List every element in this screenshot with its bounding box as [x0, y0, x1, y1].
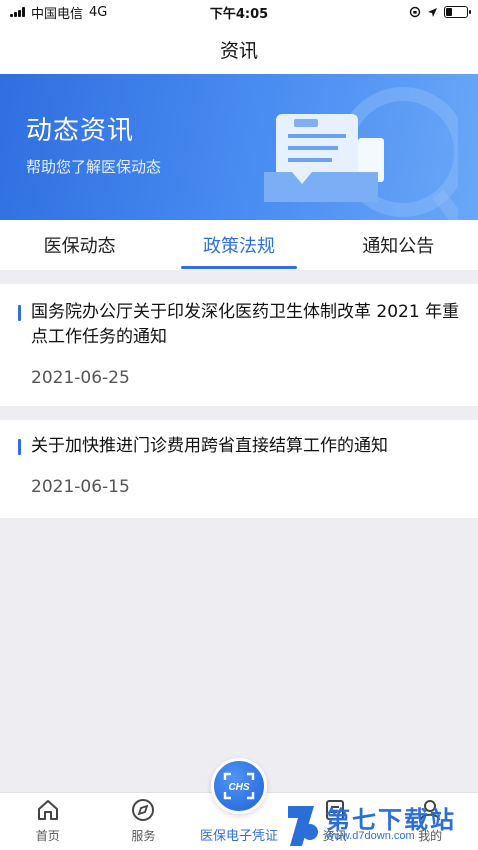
- bottom-tab-label: 医保电子凭证: [199, 829, 278, 844]
- article-title: 国务院办公厅关于印发深化医药卫生体制改革 2021 年重点工作任务的通知: [31, 302, 460, 347]
- bottom-tab-services[interactable]: 服务: [96, 793, 192, 850]
- list-item[interactable]: 关于加快推进门诊费用跨省直接结算工作的通知 2021-06-15: [0, 420, 478, 518]
- location-icon: [428, 7, 437, 17]
- page-title: 资讯: [219, 39, 258, 62]
- svg-text:CHS: CHS: [228, 782, 249, 793]
- compass-icon: [132, 799, 155, 821]
- title-accent-bar: [18, 305, 21, 321]
- site-watermark: 第七下载站 www.d7down.com: [284, 800, 478, 850]
- watermark-url: www.d7down.com: [326, 830, 415, 842]
- watermark-logo: [288, 806, 318, 846]
- chs-scan-icon: CHS: [223, 772, 255, 800]
- article-title-row: 国务院办公厅关于印发深化医药卫生体制改革 2021 年重点工作任务的通知: [18, 300, 460, 350]
- carrier-label: 中国电信: [31, 6, 84, 22]
- banner-subtitle: 帮助您了解医保动态: [26, 158, 162, 176]
- tab-notices[interactable]: 通知公告: [319, 220, 478, 270]
- tab-label: 政策法规: [202, 236, 275, 257]
- signal-icon: [10, 7, 25, 17]
- article-date: 2021-06-25: [31, 368, 130, 388]
- tab-policies-regulations[interactable]: 政策法规: [159, 220, 318, 270]
- tab-label: 医保动态: [43, 236, 116, 257]
- bottom-tab-label: 服务: [131, 829, 156, 843]
- article-title-row: 关于加快推进门诊费用跨省直接结算工作的通知: [18, 434, 460, 459]
- chs-scan-button[interactable]: CHS: [211, 758, 267, 814]
- article-title: 关于加快推进门诊费用跨省直接结算工作的通知: [31, 436, 388, 456]
- battery-icon: [444, 6, 471, 18]
- rotation-lock-icon: [409, 6, 421, 18]
- tab-medical-insurance-news[interactable]: 医保动态: [0, 220, 159, 270]
- news-document-illustration: [264, 87, 458, 220]
- banner: 动态资讯 帮助您了解医保动态: [0, 74, 478, 220]
- banner-title: 动态资讯: [26, 116, 135, 146]
- tab-label: 通知公告: [362, 236, 435, 257]
- nav-bar: 资讯: [0, 24, 478, 74]
- bottom-tab-label: 首页: [35, 829, 60, 843]
- network-label: 4G: [89, 4, 108, 20]
- list-item[interactable]: 国务院办公厅关于印发深化医药卫生体制改革 2021 年重点工作任务的通知 202…: [0, 284, 478, 406]
- title-accent-bar: [18, 439, 21, 455]
- home-icon: [37, 800, 58, 820]
- article-date: 2021-06-15: [31, 477, 130, 497]
- status-left: 中国电信 4G: [10, 3, 107, 22]
- status-right: [409, 6, 471, 18]
- bottom-tab-home[interactable]: 首页: [0, 793, 96, 850]
- status-bar: 中国电信 4G 下午4:05: [0, 0, 478, 24]
- category-tabs: 医保动态 政策法规 通知公告: [0, 220, 478, 270]
